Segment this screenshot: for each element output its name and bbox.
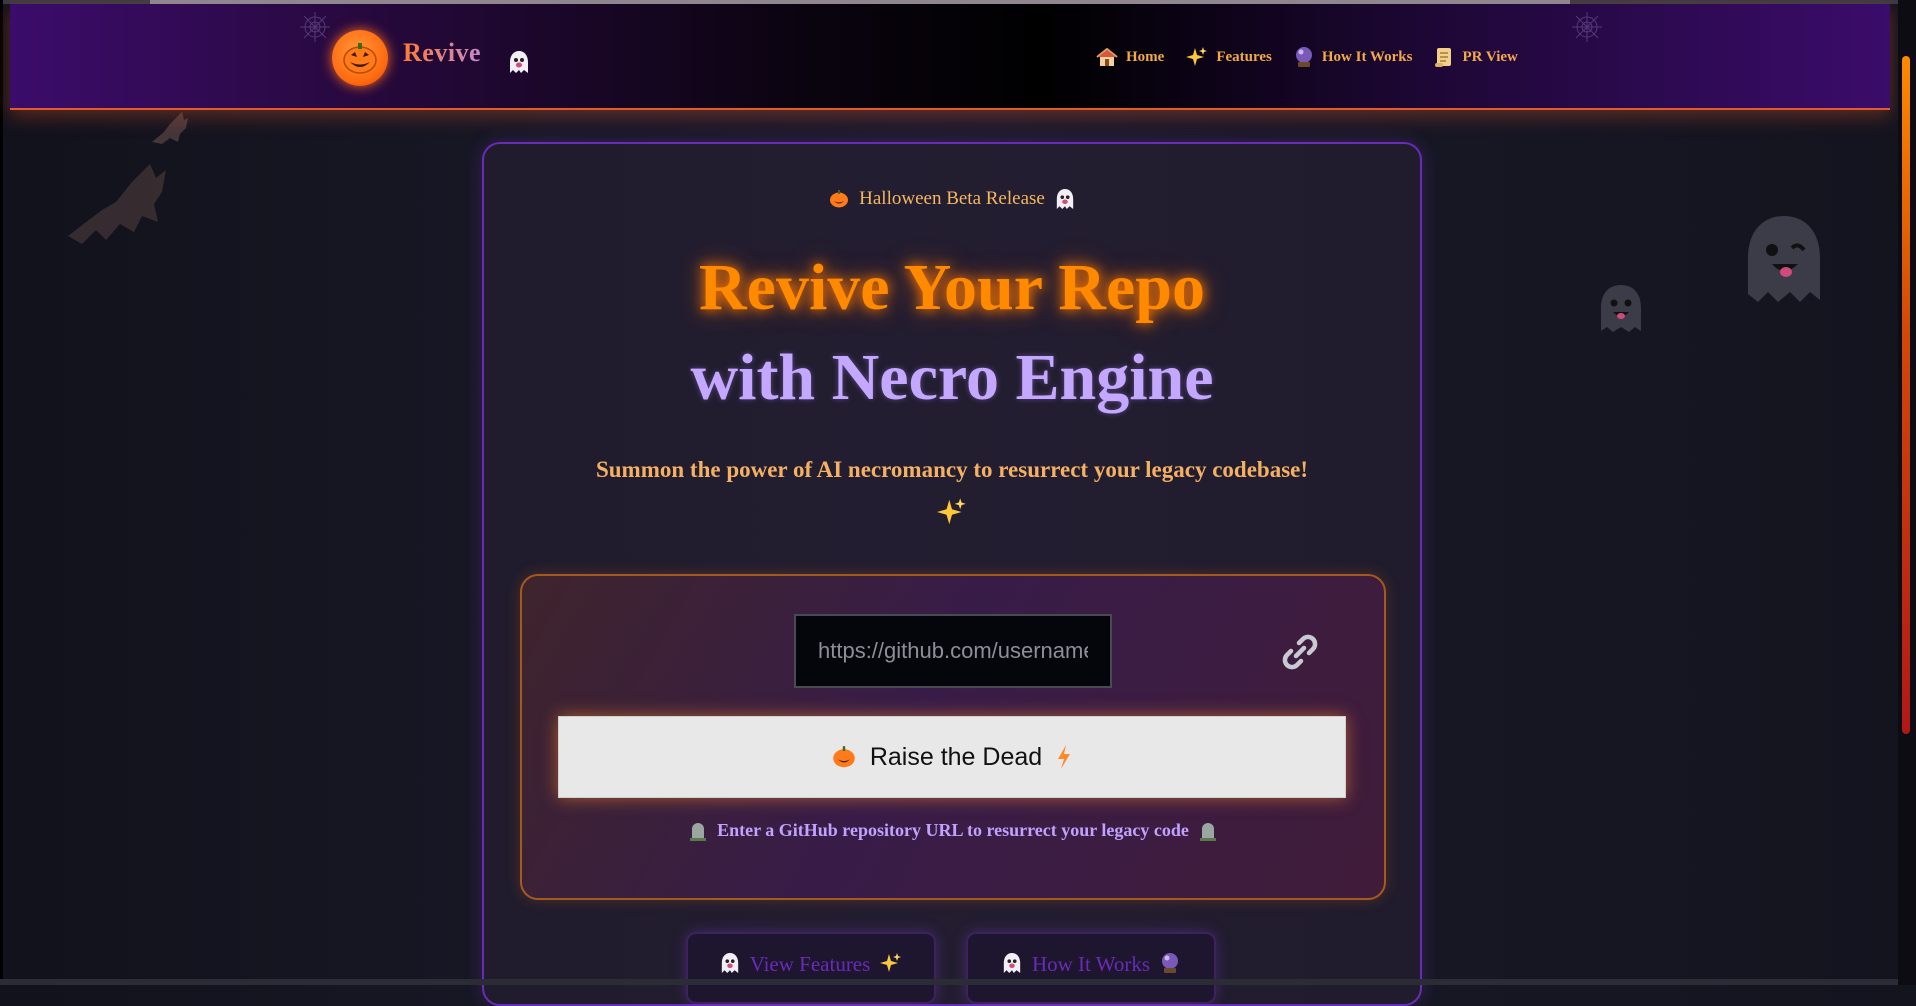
ghost-icon	[1601, 285, 1641, 332]
sparkles-icon	[1186, 47, 1208, 66]
ghost-icon	[1056, 189, 1074, 209]
top-navbar: Revive Home Features How It Works PR Vie…	[10, 4, 1890, 110]
ghost-icon	[721, 953, 738, 973]
nav-home[interactable]: Home	[1096, 46, 1164, 68]
lightning-icon	[1058, 745, 1071, 769]
pumpkin-icon	[830, 190, 849, 208]
house-icon	[1096, 47, 1118, 66]
ghost-icon	[1748, 216, 1820, 302]
nav-how-it-works-label: How It Works	[1321, 48, 1413, 65]
hero-card: Halloween Beta Release Revive Your Repo …	[482, 142, 1422, 1006]
form-hint: Enter a GitHub repository URL to resurre…	[522, 820, 1384, 841]
hero-title-line2: with Necro Engine	[690, 341, 1214, 414]
scrollbar-thumb[interactable]	[1902, 56, 1910, 734]
brand-name[interactable]: Revive	[403, 38, 481, 68]
link-icon[interactable]	[1280, 632, 1320, 672]
logo[interactable]	[332, 30, 388, 86]
main-nav: Home Features How It Works PR View	[1096, 46, 1518, 68]
bat-icon	[68, 164, 166, 244]
spiderweb-icon	[300, 12, 330, 42]
beta-badge-text: Halloween Beta Release	[859, 188, 1045, 209]
nav-how-it-works[interactable]: How It Works	[1294, 46, 1413, 68]
how-it-works-label: How It Works	[1031, 952, 1151, 976]
tombstone-icon	[690, 822, 707, 841]
crystal-ball-icon	[1295, 47, 1312, 67]
raise-the-dead-button[interactable]: Raise the Dead	[558, 716, 1346, 798]
hero-title-line1: Revive Your Repo	[699, 251, 1205, 324]
view-features-label: View Features	[749, 952, 871, 976]
hero-subtitle-text: Summon the power of AI necromancy to res…	[595, 457, 1309, 482]
nav-features-label: Features	[1216, 48, 1272, 65]
nav-pr-view[interactable]: PR View	[1434, 46, 1518, 68]
repo-url-input[interactable]	[794, 614, 1112, 688]
view-features-button[interactable]: View Features	[686, 932, 936, 1004]
sparkles-icon	[937, 498, 966, 524]
beta-badge: Halloween Beta Release	[484, 188, 1420, 210]
pumpkin-icon	[343, 43, 377, 74]
window-left-border	[0, 0, 3, 985]
form-hint-text: Enter a GitHub repository URL to resurre…	[717, 820, 1189, 840]
nav-home-label: Home	[1126, 48, 1165, 65]
bat-icon	[152, 112, 188, 144]
how-it-works-button[interactable]: How It Works	[966, 932, 1216, 1004]
ghost-icon	[1003, 953, 1021, 973]
pumpkin-icon	[833, 746, 855, 768]
spiderweb-icon	[1572, 12, 1602, 42]
window-bottom-border	[0, 979, 1898, 985]
ghost-icon	[510, 51, 528, 73]
nav-pr-view-label: PR View	[1462, 48, 1518, 65]
scroll-icon	[1435, 48, 1452, 67]
page-scrollbar[interactable]	[1898, 0, 1916, 985]
repo-form: Raise the Dead Enter a GitHub repository…	[520, 574, 1386, 900]
hero-subtitle: Summon the power of AI necromancy to res…	[524, 450, 1380, 530]
sparkles-icon	[880, 953, 902, 972]
crystal-ball-icon	[1162, 953, 1179, 973]
nav-features[interactable]: Features	[1186, 46, 1272, 68]
tombstone-icon	[1199, 822, 1216, 841]
raise-button-label: Raise the Dead	[869, 742, 1043, 771]
